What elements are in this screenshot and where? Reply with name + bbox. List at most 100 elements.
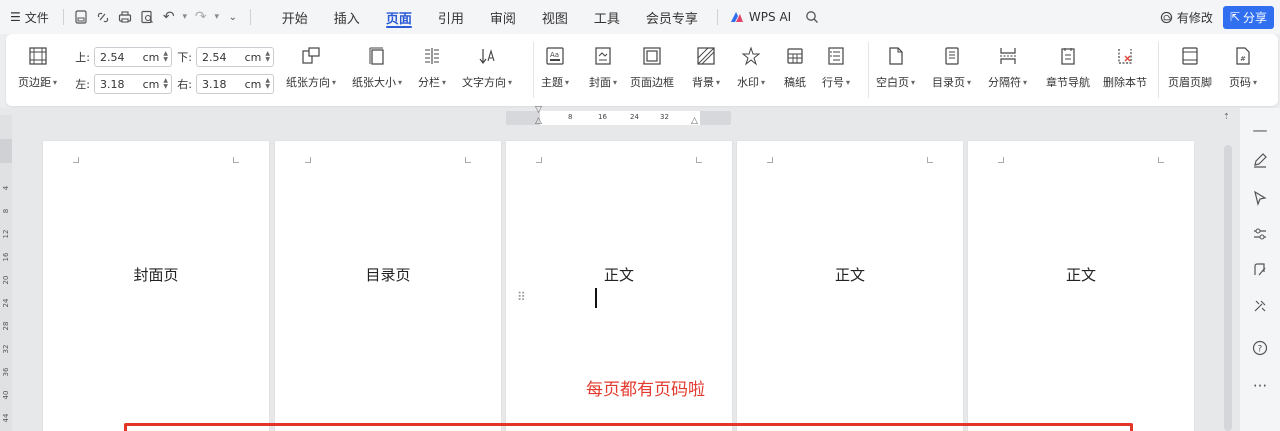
orientation-button[interactable]: 纸张方向 ▾: [286, 44, 336, 90]
caret-icon: ▾: [716, 77, 721, 87]
grid-paper-label: 稿纸: [784, 76, 806, 89]
background-icon: [695, 44, 717, 68]
theme-button[interactable]: Aa 主题 ▾: [541, 44, 569, 90]
file-menu[interactable]: ☰ 文件: [0, 9, 57, 26]
first-indent-marker-icon[interactable]: ▽: [535, 105, 542, 115]
has-edit-status[interactable]: 有修改: [1160, 9, 1213, 26]
menubar-right: 有修改 ⇱ 分享: [1160, 0, 1274, 34]
unit-label: cm: [142, 50, 160, 64]
toc-page-icon: [941, 44, 963, 68]
ruler-tick: 8: [568, 113, 573, 121]
left-indent-marker-icon[interactable]: △: [535, 116, 542, 126]
page-body-3[interactable]: 正文: [968, 141, 1194, 431]
page-text: 正文: [603, 266, 634, 284]
background-button[interactable]: 背景 ▾: [692, 44, 720, 90]
tab-reference[interactable]: 引用: [425, 0, 477, 34]
spinner-icon[interactable]: ▲ ▼: [163, 51, 168, 63]
margin-corner-mark: [305, 157, 311, 163]
unit-label: cm: [244, 50, 262, 64]
top-margin-row: 上: 2.54 cm ▲ ▼: [68, 47, 172, 67]
right-indent-marker-icon[interactable]: △: [691, 116, 698, 126]
top-margin-input[interactable]: 2.54 cm ▲ ▼: [94, 47, 172, 67]
page-body-2[interactable]: 正文: [737, 141, 963, 431]
share-link-icon[interactable]: [92, 6, 114, 28]
right-margin-input[interactable]: 3.18 cm ▲ ▼: [196, 74, 274, 94]
undo-dropdown-icon[interactable]: ▾: [180, 6, 190, 28]
ribbon-tabs: 开始 插入 页面 引用 审阅 视图 工具 会员专享: [269, 0, 711, 34]
tab-page[interactable]: 页面: [373, 0, 425, 34]
delete-section-button[interactable]: 删除本节: [1103, 44, 1147, 90]
line-number-button[interactable]: 行号 ▾: [822, 44, 850, 90]
chapter-nav-button[interactable]: 章节导航: [1046, 44, 1090, 90]
tab-tools[interactable]: 工具: [581, 0, 633, 34]
style-icon[interactable]: [1250, 260, 1270, 280]
cover-button[interactable]: 封面 ▾: [589, 44, 617, 90]
tab-review[interactable]: 审阅: [477, 0, 529, 34]
grid-paper-button[interactable]: 稿纸: [784, 44, 806, 90]
redo-icon[interactable]: ↷: [190, 6, 212, 28]
page-cover[interactable]: 封面页: [43, 141, 269, 431]
undo-icon[interactable]: ↶: [158, 6, 180, 28]
svg-text:Aa: Aa: [550, 51, 559, 59]
ruler-tick: 16: [598, 113, 607, 121]
select-cursor-icon[interactable]: [1250, 188, 1270, 208]
page-number-button[interactable]: # 页码 ▾: [1229, 44, 1257, 90]
wps-ai-label: WPS AI: [748, 10, 792, 24]
toc-page-label: 目录页: [932, 76, 965, 89]
bottom-margin-input[interactable]: 2.54 cm ▲ ▼: [196, 47, 274, 67]
vertical-scrollbar[interactable]: [1224, 145, 1232, 431]
adjust-sliders-icon[interactable]: [1250, 224, 1270, 244]
ruler-tick: 24: [2, 298, 10, 308]
collapse-icon[interactable]: —: [1250, 120, 1270, 140]
spinner-icon[interactable]: ▲ ▼: [265, 78, 270, 90]
print-preview-icon[interactable]: [136, 6, 158, 28]
ruler-tick: 8: [2, 208, 10, 214]
tab-view[interactable]: 视图: [529, 0, 581, 34]
wps-ai-button[interactable]: WPS AI: [730, 10, 791, 24]
share-label: 分享: [1242, 10, 1267, 25]
margin-button[interactable]: 页边距 ▾: [18, 44, 57, 90]
print-icon[interactable]: [114, 6, 136, 28]
right-margin-value: 3.18: [202, 77, 227, 91]
separator-button[interactable]: 分隔符 ▾: [988, 44, 1027, 90]
share-button[interactable]: ⇱ 分享: [1222, 5, 1274, 29]
help-icon[interactable]: ?: [1250, 338, 1270, 358]
delete-section-icon: [1114, 44, 1136, 68]
separator-icon: [997, 44, 1019, 68]
cover-icon: [592, 44, 614, 68]
paper-size-icon: [366, 44, 388, 68]
more-dropdown-icon[interactable]: ⌄: [222, 6, 244, 28]
new-doc-icon[interactable]: [70, 6, 92, 28]
orientation-label: 纸张方向: [286, 76, 330, 89]
pen-icon[interactable]: [1250, 150, 1270, 170]
text-direction-button[interactable]: 文字方向 ▾: [462, 44, 512, 90]
annotation-text: 每页都有页码啦: [586, 380, 705, 400]
tools-icon[interactable]: [1250, 296, 1270, 316]
columns-button[interactable]: 分栏 ▾: [418, 44, 446, 90]
blank-page-button[interactable]: 空白页 ▾: [876, 44, 915, 90]
tab-home[interactable]: 开始: [269, 0, 321, 34]
left-margin-input[interactable]: 3.18 cm ▲ ▼: [94, 74, 172, 94]
search-icon[interactable]: [801, 6, 823, 28]
watermark-button[interactable]: 水印 ▾: [737, 44, 765, 90]
drag-handle-icon[interactable]: ⠿: [517, 290, 526, 304]
paper-size-button[interactable]: 纸张大小 ▾: [352, 44, 402, 90]
page-text: 正文: [1065, 266, 1096, 284]
ruler-margin-marker: [0, 139, 12, 163]
more-icon[interactable]: ···: [1250, 376, 1270, 396]
page-border-button[interactable]: 页面边框: [630, 44, 674, 90]
page-toc[interactable]: 目录页: [275, 141, 501, 431]
tab-member[interactable]: 会员专享: [633, 0, 711, 34]
cover-label: 封面: [589, 76, 611, 89]
scroll-up-icon[interactable]: ⇡: [1223, 112, 1230, 121]
margin-corner-mark: [73, 157, 79, 163]
tab-insert[interactable]: 插入: [321, 0, 373, 34]
toc-page-button[interactable]: 目录页 ▾: [932, 44, 971, 90]
divider: [868, 42, 869, 98]
horizontal-ruler: 8 16 24 32 ▽ △ △: [506, 105, 731, 126]
redo-dropdown-icon[interactable]: ▾: [212, 6, 222, 28]
spinner-icon[interactable]: ▲ ▼: [265, 51, 270, 63]
svg-text:?: ?: [1258, 345, 1263, 355]
header-footer-button[interactable]: 页眉页脚: [1168, 44, 1212, 90]
spinner-icon[interactable]: ▲ ▼: [163, 78, 168, 90]
